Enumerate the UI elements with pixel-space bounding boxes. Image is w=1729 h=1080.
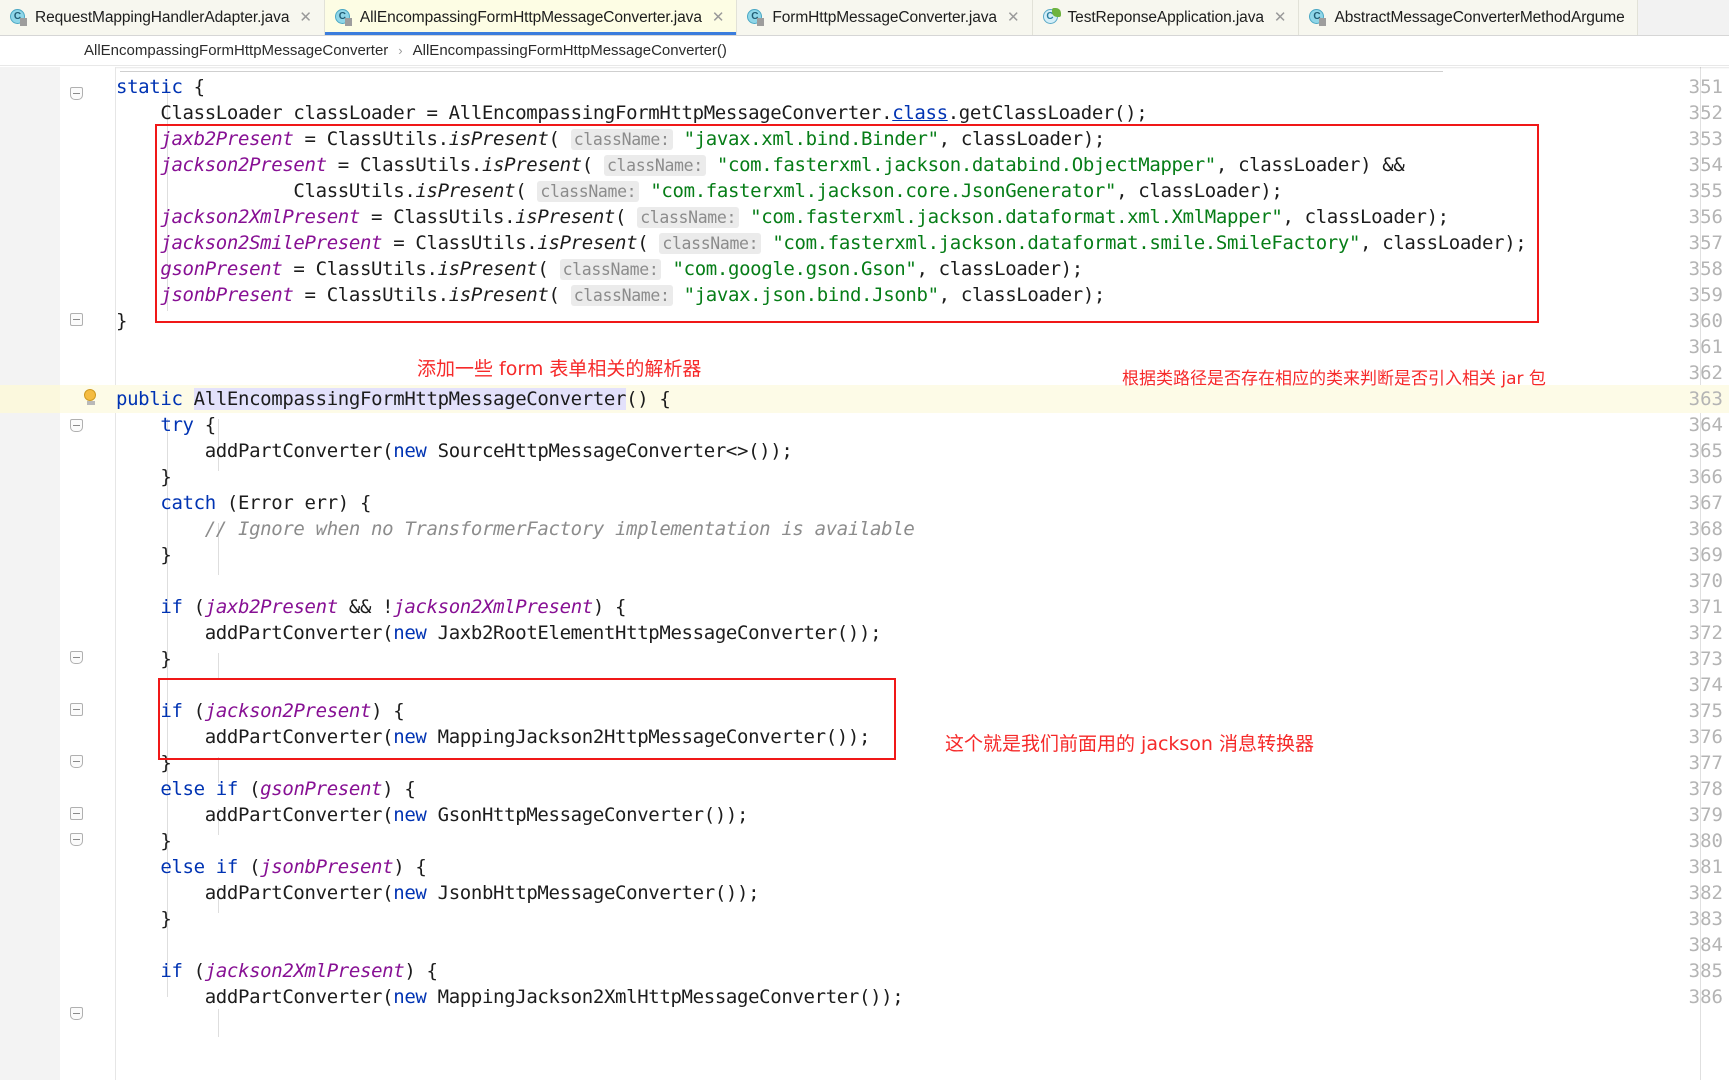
indent-guide (218, 1009, 219, 1037)
code-line-379: addPartConverter(new GsonHttpMessageConv… (116, 804, 749, 826)
tab-request-mapping-handler-adapter[interactable]: C RequestMappingHandlerAdapter.java ✕ (0, 0, 325, 35)
code-line-364: try { (160, 414, 216, 436)
tab-form-http-message-converter[interactable]: C FormHttpMessageConverter.java ✕ (737, 0, 1033, 35)
code-line-353: jaxb2Present = ClassUtils.isPresent( cla… (160, 128, 1106, 150)
code-line-359: jsonbPresent = ClassUtils.isPresent( cla… (160, 284, 1106, 306)
code-line-377: } (116, 752, 172, 774)
code-line-375: if (jackson2Present) { (160, 700, 405, 722)
java-class-icon: C (1309, 9, 1327, 26)
code-fold-toggle[interactable] (70, 703, 85, 718)
indent-guide (218, 653, 219, 679)
code-fold-toggle[interactable] (70, 313, 85, 328)
code-line-355: ClassUtils.isPresent( className: "com.fa… (116, 180, 1283, 202)
code-line-369: } (116, 544, 172, 566)
code-line-371: if (jaxb2Present && !jackson2XmlPresent)… (160, 596, 627, 618)
code-line-351: static { (116, 76, 205, 98)
code-line-376: addPartConverter(new MappingJackson2Http… (116, 726, 871, 748)
code-line-356: jackson2XmlPresent = ClassUtils.isPresen… (160, 206, 1449, 228)
annotation-form-parser-note: 添加一些 form 表单相关的解析器 (417, 358, 702, 380)
spring-boot-class-icon: C (1042, 8, 1061, 26)
intention-bulb-icon[interactable] (84, 389, 98, 406)
code-editor[interactable]: 351 352 353 354 355 356 357 358 359 360 … (0, 67, 1729, 1080)
code-line-365: addPartConverter(new SourceHttpMessageCo… (116, 440, 793, 462)
tab-all-encompassing-form-http-message-converter[interactable]: C AllEncompassingFormHttpMessageConverte… (324, 0, 738, 35)
code-line-378: else if (gsonPresent) { (160, 778, 416, 800)
tab-label: FormHttpMessageConverter.java (772, 8, 997, 26)
code-line-386: addPartConverter(new MappingJackson2XmlH… (116, 986, 904, 1008)
code-fold-toggle[interactable] (70, 419, 85, 434)
gutter-icon-strip[interactable] (60, 67, 116, 1080)
code-fold-toggle[interactable] (70, 807, 85, 822)
code-line-373: } (116, 648, 172, 670)
code-line-381: else if (jsonbPresent) { (160, 856, 427, 878)
close-icon[interactable]: ✕ (1274, 10, 1287, 25)
code-line-372: addPartConverter(new Jaxb2RootElementHtt… (116, 622, 882, 644)
code-fold-toggle[interactable] (70, 1007, 85, 1022)
breadcrumb-item-class[interactable]: AllEncompassingFormHttpMessageConverter (84, 42, 388, 59)
code-line-354: jackson2Present = ClassUtils.isPresent( … (160, 154, 1405, 176)
breadcrumb: AllEncompassingFormHttpMessageConverter … (0, 36, 1729, 66)
code-fold-toggle[interactable] (70, 755, 85, 770)
java-class-icon: C (747, 9, 765, 26)
code-content[interactable]: static { ClassLoader classLoader = AllEn… (116, 67, 1729, 1080)
code-line-368: // Ignore when no TransformerFactory imp… (204, 518, 915, 540)
code-line-366: } (116, 466, 172, 488)
code-line-357: jackson2SmilePresent = ClassUtils.isPres… (160, 232, 1527, 254)
code-line-367: catch (Error err) { (160, 492, 372, 514)
close-icon[interactable]: ✕ (712, 10, 725, 25)
java-class-icon: C (10, 9, 27, 26)
tab-label: AllEncompassingFormHttpMessageConverter.… (359, 8, 702, 26)
editor-tab-bar: C RequestMappingHandlerAdapter.java ✕ C … (0, 0, 1729, 36)
tab-test-reponse-application[interactable]: C TestReponseApplication.java ✕ (1032, 0, 1300, 35)
code-fold-toggle[interactable] (70, 833, 85, 848)
annotation-jackson-note: 这个就是我们前面用的 jackson 消息转换器 (945, 733, 1315, 755)
breadcrumb-item-method[interactable]: AllEncompassingFormHttpMessageConverter(… (413, 42, 727, 59)
close-icon[interactable]: ✕ (1007, 10, 1020, 25)
tab-label: TestReponseApplication.java (1067, 8, 1264, 26)
tab-abstract-message-converter-method-argument[interactable]: C AbstractMessageConverterMethodArgume (1299, 0, 1638, 35)
code-line-358: gsonPresent = ClassUtils.isPresent( clas… (160, 258, 1083, 280)
code-line-360: } (116, 310, 128, 332)
code-line-363: public AllEncompassingFormHttpMessageCon… (116, 388, 671, 410)
code-line-380: } (116, 830, 172, 852)
close-icon[interactable]: ✕ (299, 10, 312, 25)
tab-label: RequestMappingHandlerAdapter.java (35, 8, 290, 26)
annotation-classpath-note: 根据类路径是否存在相应的类来判断是否引入相关 jar 包 (1122, 369, 1546, 389)
code-line-385: if (jackson2XmlPresent) { (160, 960, 438, 982)
code-fold-toggle[interactable] (70, 87, 85, 102)
code-fold-toggle[interactable] (70, 651, 85, 666)
code-line-352: ClassLoader classLoader = AllEncompassin… (116, 102, 1148, 124)
tab-label: AbstractMessageConverterMethodArgume (1334, 8, 1625, 26)
line-number-gutter (0, 67, 60, 1080)
code-line-382: addPartConverter(new JsonbHttpMessageCon… (116, 882, 760, 904)
caret-line-gutter-highlight (0, 385, 60, 413)
code-line-383: } (116, 908, 172, 930)
java-class-icon: C (334, 9, 352, 26)
chevron-right-icon: › (398, 43, 403, 58)
